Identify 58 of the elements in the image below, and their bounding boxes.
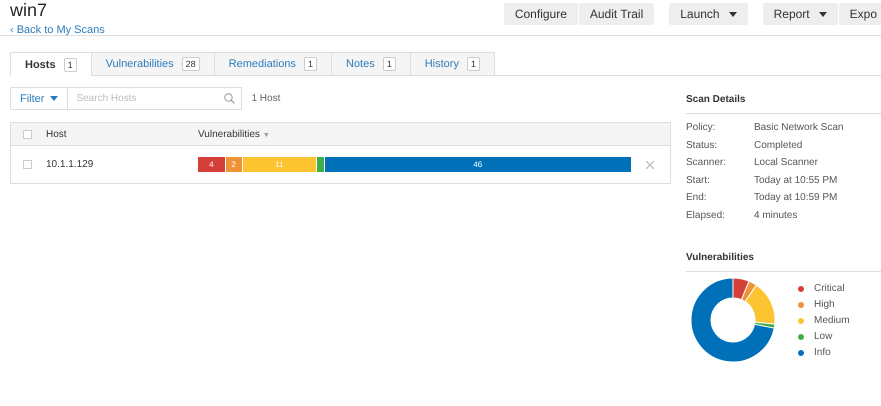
legend-dot — [798, 334, 804, 340]
legend-label: Low — [814, 330, 832, 343]
column-header[interactable]: Host — [46, 128, 67, 140]
legend-dot — [798, 286, 804, 292]
legend-dot — [798, 350, 804, 356]
legend-label: Critical — [814, 282, 845, 295]
tab[interactable]: History 1 — [410, 52, 495, 75]
tab[interactable]: Remediations 1 — [214, 52, 332, 75]
filter-button[interactable]: Filter — [10, 87, 68, 110]
search-field[interactable]: Search Hosts — [68, 87, 242, 110]
legend-dot — [798, 302, 804, 308]
detail-value: Today at 10:59 PM — [754, 191, 838, 204]
detail-value: Local Scanner — [754, 156, 819, 170]
detail-label: Policy: — [686, 121, 716, 134]
detail-value: Basic Network Scan — [754, 121, 844, 134]
bar-segment: 2 — [226, 157, 242, 172]
close-icon[interactable] — [646, 160, 654, 168]
bar-segment: 46 — [324, 157, 631, 172]
detail-label: Scanner: — [686, 156, 728, 170]
bar-segment: 11 — [242, 157, 316, 172]
caret-icon — [50, 96, 58, 101]
legend-label: High — [814, 298, 835, 311]
tab[interactable]: Vulnerabilities 28 — [90, 52, 215, 75]
panel-title: Scan Details — [686, 94, 881, 114]
toolbar-button[interactable]: Launch — [669, 3, 748, 25]
toolbar-button[interactable]: Audit Trail — [578, 3, 654, 25]
toolbar-button[interactable]: Expo — [838, 3, 881, 25]
tab[interactable]: Notes 1 — [330, 52, 411, 75]
caret-icon — [728, 12, 737, 16]
detail-label: Status: — [686, 138, 718, 152]
count-badge: 1 — [304, 57, 317, 71]
detail-label: Elapsed: — [686, 208, 726, 222]
host-cell[interactable]: 10.1.1.129 — [46, 159, 94, 170]
legend-label: Info — [814, 346, 831, 359]
result-count: 1 Host — [251, 93, 280, 104]
column-header[interactable]: Vulnerabilities — [198, 128, 260, 140]
count-badge: 28 — [182, 57, 200, 71]
detail-label: Start: — [686, 174, 711, 187]
checkbox[interactable] — [23, 160, 32, 169]
legend-dot — [798, 318, 804, 324]
search-icon — [224, 93, 236, 104]
count-badge: 1 — [466, 57, 480, 71]
detail-value: Completed — [754, 138, 804, 152]
count-badge: 1 — [64, 58, 77, 72]
panel-title: Vulnerabilities — [686, 252, 881, 272]
page-title: win7 — [10, 0, 48, 20]
toolbar-button[interactable]: Configure — [504, 3, 578, 25]
caret-icon — [818, 12, 827, 16]
bar-segment: 4 — [198, 157, 225, 172]
detail-label: End: — [686, 191, 708, 204]
back-link[interactable]: ‹ Back to My Scans — [10, 24, 105, 36]
checkbox[interactable] — [23, 130, 32, 138]
toolbar-button[interactable]: Report — [762, 3, 838, 25]
detail-value: Today at 10:55 PM — [754, 174, 838, 187]
legend-label: Medium — [814, 314, 850, 327]
tab[interactable]: Hosts 1 — [10, 52, 92, 76]
detail-value: 4 minutes — [754, 208, 798, 222]
count-badge: 1 — [382, 57, 396, 71]
